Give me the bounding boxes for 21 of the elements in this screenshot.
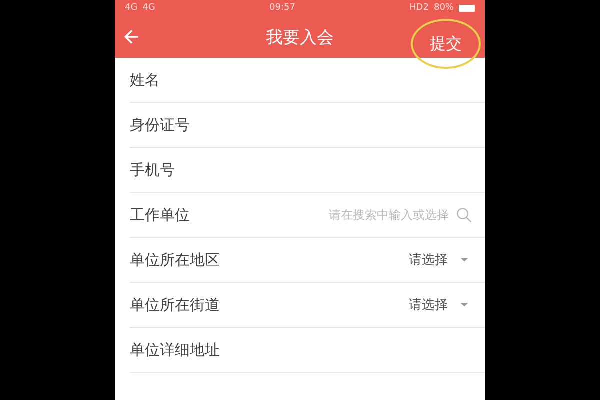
status-time: 09:57	[270, 3, 296, 13]
select-dropdown[interactable]: 请选择	[409, 251, 448, 269]
select-dropdown[interactable]: 请选择	[409, 296, 448, 314]
field-label: 单位所在地区	[130, 250, 220, 270]
field-label: 姓名	[130, 70, 160, 90]
field-label: 身份证号	[130, 116, 190, 134]
page-title: 我要入会	[266, 26, 334, 48]
field-label: 手机号	[130, 160, 175, 180]
field-label: 单位所在街道	[130, 296, 220, 314]
field-label: 工作单位	[130, 206, 190, 224]
caret-icon[interactable]	[460, 302, 469, 308]
signal-label: 4G	[142, 3, 156, 13]
network-label: HD2	[410, 3, 429, 13]
caret-icon[interactable]	[460, 257, 469, 263]
field-label: 单位详细地址	[130, 340, 220, 360]
search-field[interactable]: 请在搜索中输入或选择	[220, 207, 451, 223]
signal-label: 4G	[125, 3, 138, 13]
battery-level: 80%	[434, 3, 454, 13]
search-icon[interactable]	[456, 206, 473, 224]
battery-icon	[458, 4, 475, 12]
back-arrow-icon[interactable]	[123, 28, 141, 46]
